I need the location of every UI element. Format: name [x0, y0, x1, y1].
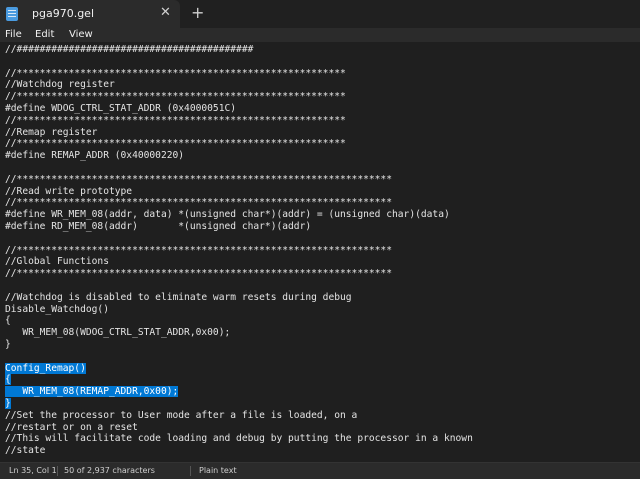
menu-file[interactable]: File — [5, 28, 22, 42]
code-line[interactable] — [5, 162, 473, 174]
code-line[interactable]: #define RD_MEM_08(addr) *(unsigned char*… — [5, 221, 473, 233]
code-line[interactable]: #define WDOG_CTRL_STAT_ADDR (0x4000051C) — [5, 103, 473, 115]
code-line[interactable]: //**************************************… — [5, 138, 473, 150]
code-line[interactable]: //Remap register — [5, 127, 473, 139]
code-line[interactable]: } — [5, 339, 473, 351]
new-tab-button[interactable]: + — [191, 4, 204, 22]
code-line[interactable]: //**************************************… — [5, 174, 473, 186]
code-line[interactable] — [5, 280, 473, 292]
text-editor[interactable]: //######################################… — [0, 42, 640, 462]
text-format: Plain text — [199, 466, 237, 475]
code-line[interactable]: //**************************************… — [5, 68, 473, 80]
divider — [57, 466, 58, 476]
code-line[interactable]: #define REMAP_ADDR (0x40000220) — [5, 150, 473, 162]
code-line[interactable] — [5, 56, 473, 68]
close-tab-icon[interactable]: ✕ — [160, 5, 171, 21]
code-line[interactable] — [5, 233, 473, 245]
code-line[interactable]: //Global Functions — [5, 256, 473, 268]
code-line[interactable]: //Watchdog is disabled to eliminate warm… — [5, 292, 473, 304]
code-line[interactable]: #define WR_MEM_08(addr, data) *(unsigned… — [5, 209, 473, 221]
selected-text[interactable]: } — [5, 397, 11, 409]
code-line[interactable]: { — [5, 315, 473, 327]
code-line[interactable]: WR_MEM_08(WDOG_CTRL_STAT_ADDR,0x00); — [5, 327, 473, 339]
code-line[interactable]: //Set the processor to User mode after a… — [5, 410, 473, 422]
code-line[interactable]: Disable_Watchdog() — [5, 304, 473, 316]
code-line[interactable]: //**************************************… — [5, 197, 473, 209]
code-line[interactable]: //This will facilitate code loading and … — [5, 433, 473, 445]
code-line[interactable]: //Read write prototype — [5, 186, 473, 198]
status-bar: Ln 35, Col 1 50 of 2,937 characters Plai… — [0, 462, 640, 479]
character-count: 50 of 2,937 characters — [64, 466, 155, 475]
code-line[interactable]: WR_MEM_08(REMAP_ADDR,0x00); — [5, 386, 473, 398]
code-line[interactable]: //**************************************… — [5, 268, 473, 280]
code-line[interactable]: //######################################… — [5, 44, 473, 56]
selected-text[interactable]: WR_MEM_08(REMAP_ADDR,0x00); — [5, 386, 179, 398]
selected-text[interactable]: Config_Remap() — [5, 362, 86, 374]
tab-title: pga970.gel — [32, 7, 95, 20]
code-line[interactable]: //Watchdog register — [5, 79, 473, 91]
code-line[interactable]: { — [5, 374, 473, 386]
menu-edit[interactable]: Edit — [35, 28, 54, 42]
notepad-icon — [6, 7, 18, 21]
code-line[interactable]: //restart or on a reset — [5, 422, 473, 434]
tab-document[interactable]: pga970.gel ✕ — [0, 0, 180, 28]
divider — [190, 466, 191, 476]
code-line[interactable]: //state — [5, 445, 473, 457]
cursor-position: Ln 35, Col 1 — [9, 466, 57, 475]
code-line[interactable]: } — [5, 397, 473, 410]
code-line[interactable]: //**************************************… — [5, 115, 473, 127]
selected-text[interactable]: { — [5, 374, 11, 386]
menu-view[interactable]: View — [69, 28, 93, 42]
code-line[interactable] — [5, 351, 473, 363]
code-line[interactable]: Config_Remap() — [5, 362, 473, 375]
menu-bar: File Edit View — [0, 28, 640, 42]
title-bar: pga970.gel ✕ + — [0, 0, 640, 28]
code-line[interactable]: //**************************************… — [5, 91, 473, 103]
code-line[interactable]: //**************************************… — [5, 245, 473, 257]
editor-content[interactable]: //######################################… — [5, 44, 473, 457]
